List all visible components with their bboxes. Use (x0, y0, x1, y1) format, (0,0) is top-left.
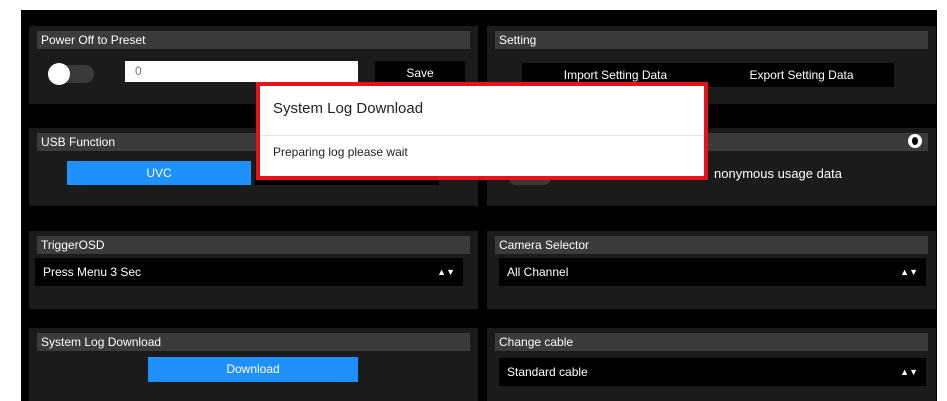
trigger-osd-panel: TriggerOSD Press Menu 3 Sec ▲▼ (29, 231, 478, 309)
preset-input[interactable]: 0 (125, 61, 358, 82)
modal-message: Preparing log please wait (273, 145, 408, 159)
panel-header: System Log Download (37, 333, 470, 351)
panel-header: TriggerOSD (37, 236, 470, 254)
settings-page: Power Off to Preset 0 Save Setting Impor… (21, 10, 937, 401)
select-arrows-icon: ▲▼ (437, 267, 455, 277)
select-arrows-icon: ▲▼ (900, 367, 918, 377)
modal-divider (260, 135, 704, 136)
info-icon[interactable] (908, 134, 922, 148)
system-log-panel: System Log Download Download (29, 328, 478, 401)
select-value: All Channel (507, 265, 569, 279)
system-log-modal: System Log Download Preparing log please… (256, 82, 708, 180)
panel-header: Camera Selector (495, 236, 928, 254)
camera-selector-select[interactable]: All Channel ▲▼ (499, 258, 926, 286)
change-cable-select[interactable]: Standard cable ▲▼ (499, 358, 926, 386)
change-cable-panel: Change cable Standard cable ▲▼ (487, 328, 936, 401)
panel-header: Change cable (495, 333, 928, 351)
select-arrows-icon: ▲▼ (900, 267, 918, 277)
export-setting-button[interactable]: Export Setting Data (709, 63, 894, 87)
usage-label: nonymous usage data (714, 166, 842, 181)
camera-selector-panel: Camera Selector All Channel ▲▼ (487, 231, 936, 309)
modal-title: System Log Download (273, 100, 424, 117)
power-off-toggle[interactable] (48, 63, 94, 85)
info-icon-inner (912, 137, 918, 145)
panel-header: Setting (495, 31, 928, 49)
select-value: Press Menu 3 Sec (43, 265, 142, 279)
panel-header: Power Off to Preset (37, 31, 470, 49)
download-button[interactable]: Download (148, 357, 358, 382)
toggle-knob (48, 63, 70, 85)
select-value: Standard cable (507, 365, 588, 379)
uvc-button[interactable]: UVC (67, 161, 251, 185)
trigger-osd-select[interactable]: Press Menu 3 Sec ▲▼ (35, 258, 463, 286)
